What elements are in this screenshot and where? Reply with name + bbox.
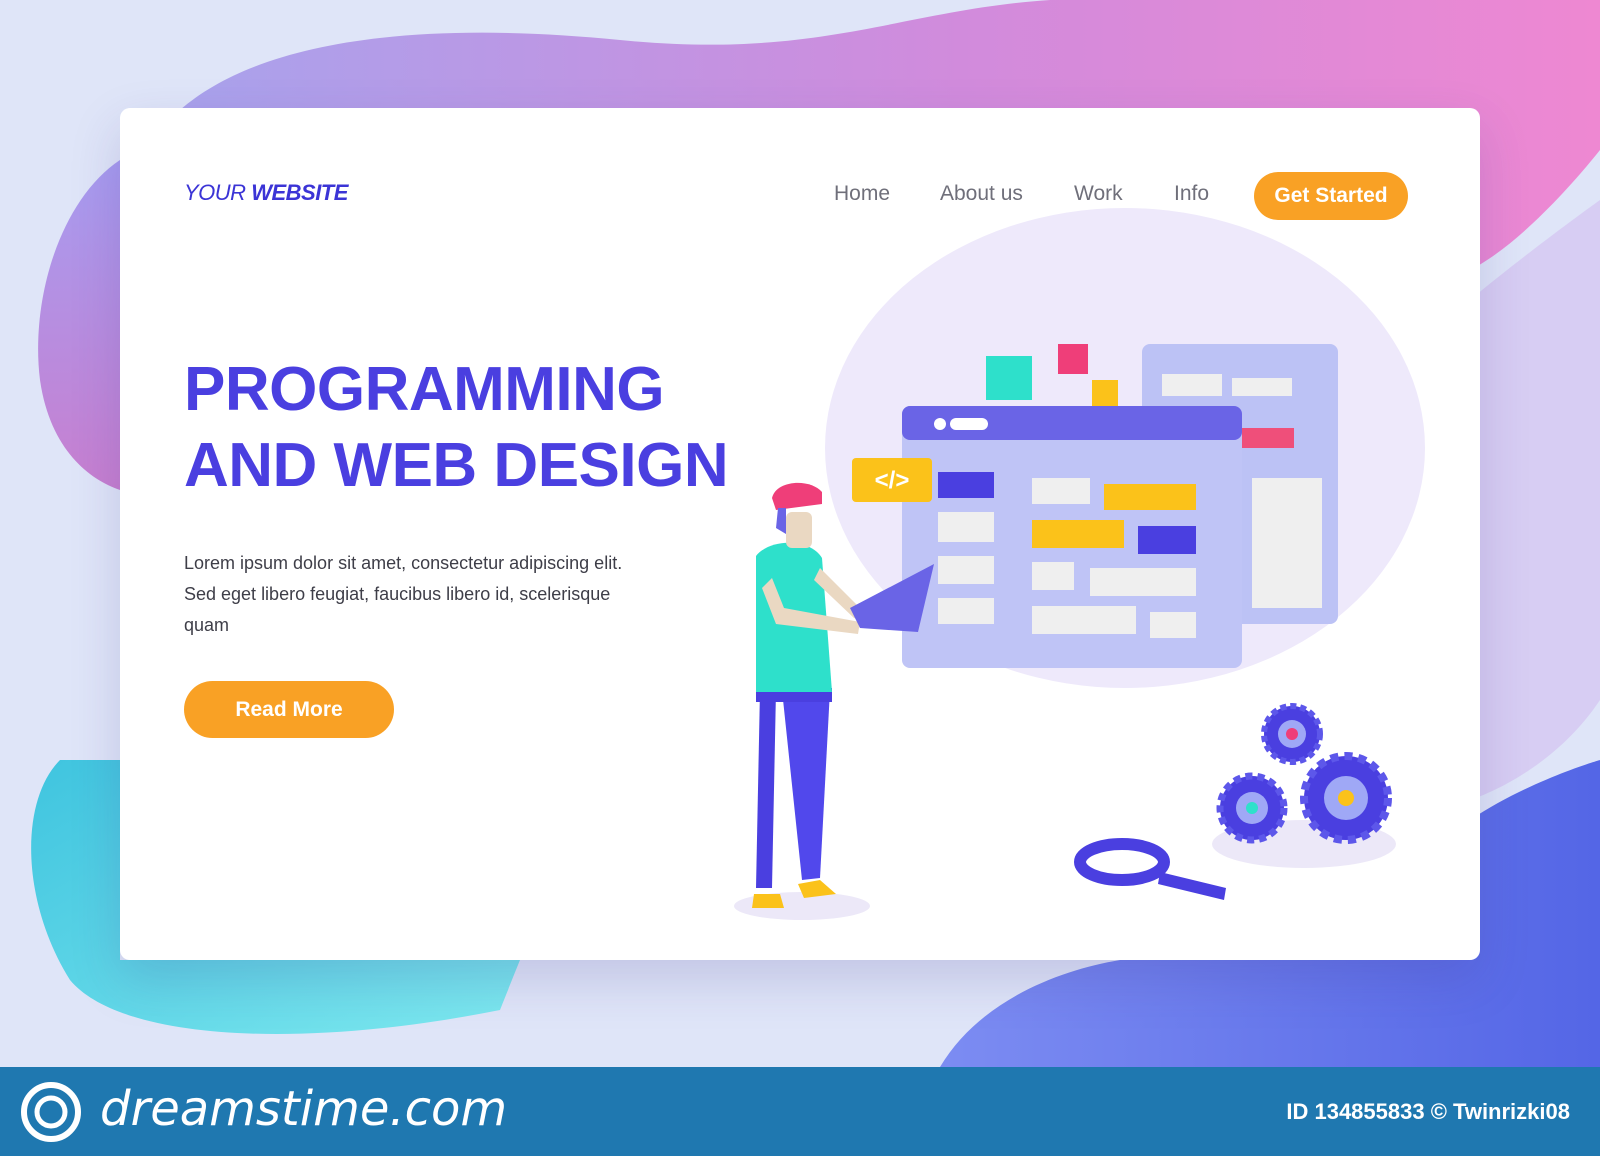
pink-square	[1058, 344, 1088, 374]
yellow-square	[1092, 380, 1118, 406]
watermark-footer: dreamstime.com ID 134855833 © Twinrizki0…	[0, 1067, 1600, 1156]
image-credit: ID 134855833 © Twinrizki08	[1286, 1099, 1570, 1124]
teal-square	[986, 356, 1032, 400]
magnifier-icon	[1074, 838, 1226, 900]
watermark-brand: dreamstime.com	[100, 1081, 508, 1137]
programming-illustration: </>	[734, 208, 1425, 920]
code-tag-badge: </>	[852, 458, 932, 502]
dreamstime-logo-icon	[21, 1082, 81, 1142]
landing-card: YOUR WEBSITE Home About us Work Info Get…	[120, 108, 1480, 960]
code-tag-text: </>	[875, 467, 910, 494]
gears-icon	[1212, 703, 1396, 868]
front-browser-window	[902, 406, 1242, 668]
